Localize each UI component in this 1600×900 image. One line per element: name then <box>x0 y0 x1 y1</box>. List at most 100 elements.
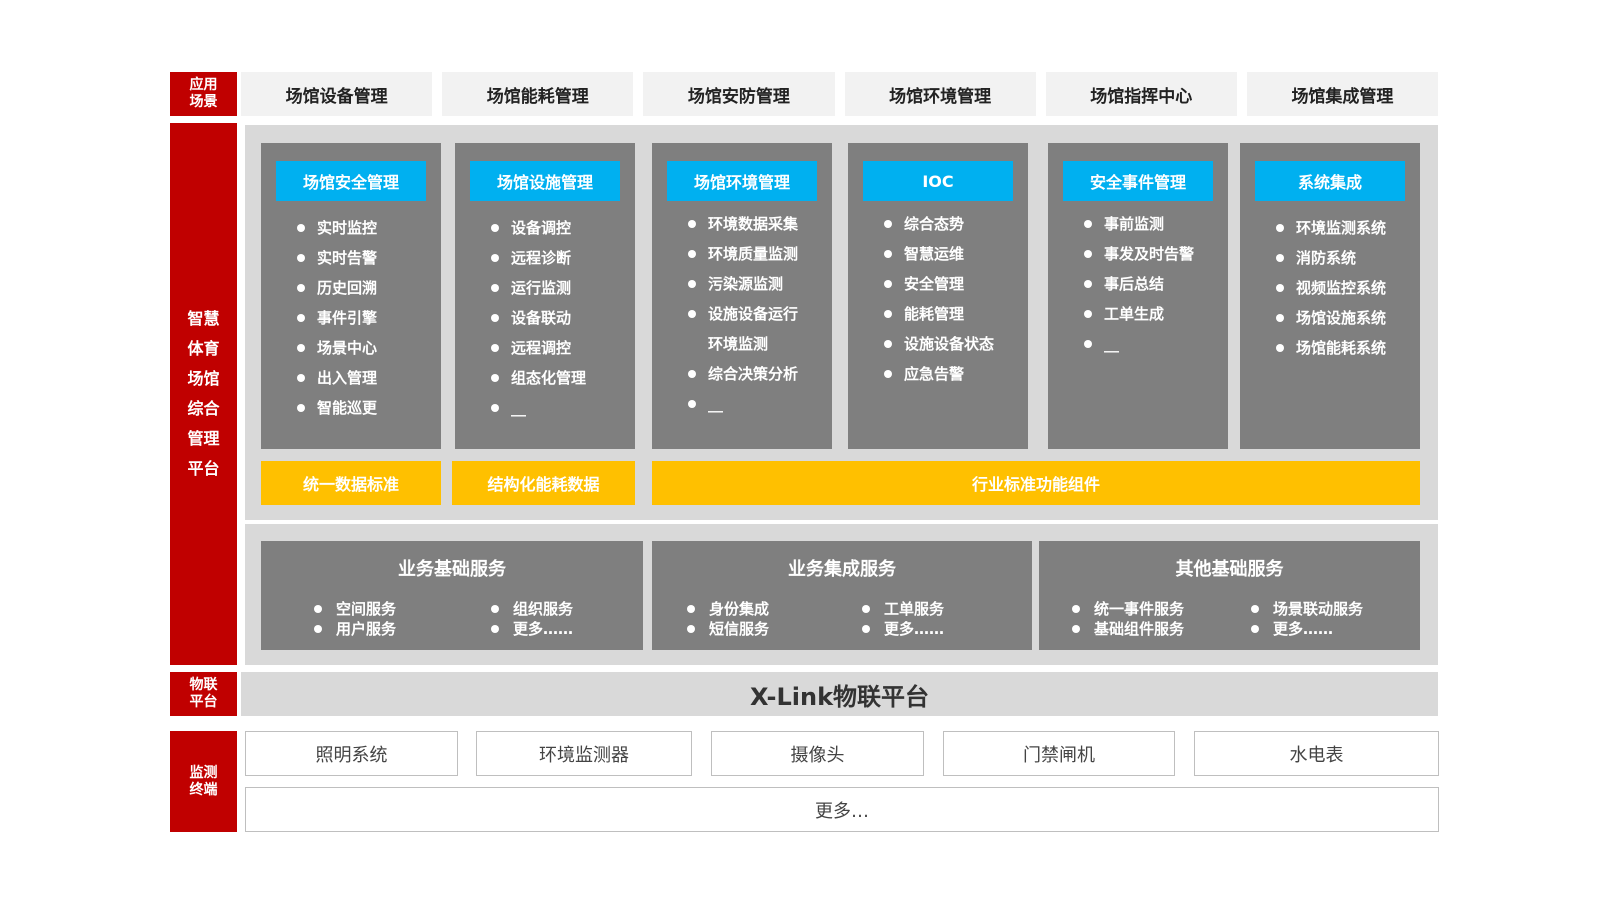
module-item-list: 事前监测 事发及时告警 事后总结 工单生成 __ <box>1084 209 1194 359</box>
scene-security-management[interactable]: 场馆安防管理 <box>643 72 835 116</box>
terminal-access-gate[interactable]: 门禁闸机 <box>943 731 1175 776</box>
module-title: IOC <box>863 161 1013 201</box>
list-item: 身份集成 <box>687 599 769 619</box>
list-item: 更多…… <box>862 619 944 639</box>
list-item: __ <box>491 393 586 423</box>
list-item: 工单生成 <box>1084 299 1194 329</box>
module-venue-facilities: 场馆设施管理 设备调控 远程诊断 运行监测 设备联动 远程调控 组态化管理 __ <box>455 143 635 449</box>
list-item: 设备调控 <box>491 213 586 243</box>
component-industry-standard-functions: 行业标准功能组件 <box>652 461 1420 505</box>
list-item: 设备联动 <box>491 303 586 333</box>
list-item: 实时告警 <box>297 243 377 273</box>
service-list-left: 统一事件服务 基础组件服务 <box>1072 599 1184 639</box>
list-item: 场景中心 <box>297 333 377 363</box>
service-title: 其他基础服务 <box>1175 559 1284 580</box>
terminal-more[interactable]: 更多… <box>245 787 1439 832</box>
service-title: 业务集成服务 <box>788 559 896 580</box>
scene-integration-management[interactable]: 场馆集成管理 <box>1246 72 1439 116</box>
list-item: 环境数据采集 <box>688 209 798 239</box>
list-item-continuation: 环境监测 <box>708 335 769 353</box>
list-item: 污染源监测 <box>688 269 798 299</box>
list-item: 视频监控系统 <box>1276 273 1386 303</box>
list-item: 综合决策分析 <box>688 359 798 389</box>
service-list-left: 身份集成 短信服务 <box>687 599 769 639</box>
list-item: 场景联动服务 <box>1251 599 1363 619</box>
module-title: 系统集成 <box>1255 161 1405 201</box>
scene-energy-management[interactable]: 场馆能耗管理 <box>442 72 634 116</box>
list-item: 工单服务 <box>862 599 944 619</box>
list-item: 统一事件服务 <box>1072 599 1184 619</box>
service-other-basic: 其他基础服务 统一事件服务 基础组件服务 场景联动服务 更多…… <box>1039 541 1420 650</box>
list-item: 基础组件服务 <box>1072 619 1184 639</box>
list-item: 安全管理 <box>884 269 994 299</box>
list-item: 远程调控 <box>491 333 586 363</box>
terminal-camera[interactable]: 摄像头 <box>711 731 924 776</box>
label-application-scene: 应用 场景 <box>170 72 237 116</box>
list-item: __ <box>1084 329 1194 359</box>
module-system-integration: 系统集成 环境监测系统 消防系统 视频监控系统 场馆设施系统 场馆能耗系统 <box>1240 143 1420 449</box>
list-item: 应急告警 <box>884 359 994 389</box>
service-list-right: 工单服务 更多…… <box>862 599 944 639</box>
module-title: 场馆设施管理 <box>470 161 620 201</box>
module-item-list: 综合态势 智慧运维 安全管理 能耗管理 设施设备状态 应急告警 <box>884 209 994 389</box>
list-item: 事发及时告警 <box>1084 239 1194 269</box>
module-item-list: 环境数据采集 环境质量监测 污染源监测 设施设备运行 环境监测 综合决策分析 _… <box>688 209 798 419</box>
module-ioc: IOC 综合态势 智慧运维 安全管理 能耗管理 设施设备状态 应急告警 <box>848 143 1028 449</box>
module-item-list: 设备调控 远程诊断 运行监测 设备联动 远程调控 组态化管理 __ <box>491 213 586 423</box>
module-item-list: 环境监测系统 消防系统 视频监控系统 场馆设施系统 场馆能耗系统 <box>1276 213 1386 363</box>
module-security-events: 安全事件管理 事前监测 事发及时告警 事后总结 工单生成 __ <box>1048 143 1228 449</box>
component-structured-energy-data: 结构化能耗数据 <box>452 461 635 505</box>
list-item: 事件引擎 <box>297 303 377 333</box>
list-item: 空间服务 <box>314 599 396 619</box>
module-title: 场馆安全管理 <box>276 161 426 201</box>
scene-device-management[interactable]: 场馆设备管理 <box>241 72 433 116</box>
label-smart-venue-platform: 智慧 体育 场馆 综合 管理 平台 <box>170 123 237 665</box>
module-title: 场馆环境管理 <box>667 161 817 201</box>
list-item: 事前监测 <box>1084 209 1194 239</box>
service-list-right: 组织服务 更多…… <box>491 599 573 639</box>
list-item: 环境监测系统 <box>1276 213 1386 243</box>
service-list-left: 空间服务 用户服务 <box>314 599 396 639</box>
list-item: 综合态势 <box>884 209 994 239</box>
list-item: 用户服务 <box>314 619 396 639</box>
list-item: 智慧运维 <box>884 239 994 269</box>
list-item: 远程诊断 <box>491 243 586 273</box>
module-venue-environment: 场馆环境管理 环境数据采集 环境质量监测 污染源监测 设施设备运行 环境监测 综… <box>652 143 832 449</box>
service-business-integration: 业务集成服务 身份集成 短信服务 工单服务 更多…… <box>652 541 1032 650</box>
list-item: __ <box>688 389 798 419</box>
list-item: 事后总结 <box>1084 269 1194 299</box>
list-item: 场馆设施系统 <box>1276 303 1386 333</box>
list-item: 更多…… <box>1251 619 1363 639</box>
list-item: 场馆能耗系统 <box>1276 333 1386 363</box>
scene-environment-management[interactable]: 场馆环境管理 <box>844 72 1036 116</box>
module-item-list: 实时监控 实时告警 历史回溯 事件引擎 场景中心 出入管理 智能巡更 <box>297 213 377 423</box>
component-unified-data-standard: 统一数据标准 <box>261 461 441 505</box>
list-item: 能耗管理 <box>884 299 994 329</box>
list-item: 组态化管理 <box>491 363 586 393</box>
label-monitoring-terminal: 监测 终端 <box>170 731 237 832</box>
list-item: 设施设备状态 <box>884 329 994 359</box>
list-item: 实时监控 <box>297 213 377 243</box>
list-item: 设施设备运行 <box>688 299 798 329</box>
list-item: 历史回溯 <box>297 273 377 303</box>
list-item: 更多…… <box>491 619 573 639</box>
list-item: 组织服务 <box>491 599 573 619</box>
module-venue-security: 场馆安全管理 实时监控 实时告警 历史回溯 事件引擎 场景中心 出入管理 智能巡… <box>261 143 441 449</box>
list-item: 环境质量监测 <box>688 239 798 269</box>
list-item: 出入管理 <box>297 363 377 393</box>
terminal-lighting-system[interactable]: 照明系统 <box>245 731 458 776</box>
terminal-environment-monitor[interactable]: 环境监测器 <box>476 731 692 776</box>
list-item: 短信服务 <box>687 619 769 639</box>
scene-bar: 场馆设备管理 场馆能耗管理 场馆安防管理 场馆环境管理 场馆指挥中心 场馆集成管… <box>241 72 1439 116</box>
service-list-right: 场景联动服务 更多…… <box>1251 599 1363 639</box>
list-item: 消防系统 <box>1276 243 1386 273</box>
label-iot-platform: 物联 平台 <box>170 672 237 716</box>
service-title: 业务基础服务 <box>398 559 506 580</box>
list-item: 运行监测 <box>491 273 586 303</box>
scene-command-center[interactable]: 场馆指挥中心 <box>1045 72 1237 116</box>
service-business-basic: 业务基础服务 空间服务 用户服务 组织服务 更多…… <box>261 541 643 650</box>
module-title: 安全事件管理 <box>1063 161 1213 201</box>
list-item: 智能巡更 <box>297 393 377 423</box>
xlink-iot-platform: X-Link物联平台 <box>241 672 1438 716</box>
terminal-utility-meter[interactable]: 水电表 <box>1194 731 1439 776</box>
